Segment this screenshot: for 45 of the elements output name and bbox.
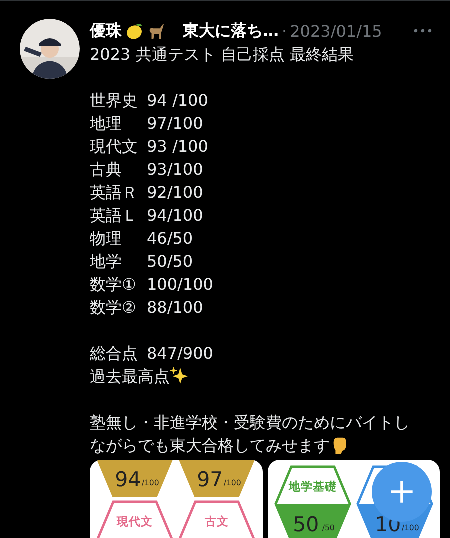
subject-score: 100/100 <box>147 275 214 294</box>
subject-score: 50/50 <box>147 252 194 271</box>
subject-score: 93/100 <box>147 160 204 179</box>
subject-score: 94/100 <box>147 206 204 225</box>
subject-name: 数学② <box>90 297 138 319</box>
badge-label: 古文 <box>205 514 230 528</box>
post-date[interactable]: 2023/01/15 <box>290 22 382 40</box>
badge-label: 地学基礎 <box>288 479 337 494</box>
badge-score: 94 <box>115 467 142 492</box>
subject-name: 地学 <box>90 251 123 273</box>
total-score: 847/900 <box>147 344 214 363</box>
score-image[interactable]: 94/100 97/100 現代文 古文 <box>90 460 262 538</box>
badge-max: /100 <box>402 523 420 532</box>
subject-score: 88/100 <box>147 298 204 317</box>
total-label: 総合点 <box>90 343 139 365</box>
subject-score: 46/50 <box>147 229 194 248</box>
badge-score: 97 <box>197 467 224 492</box>
subject-score: 94 /100 <box>147 91 208 110</box>
sparkle-icon <box>170 366 189 385</box>
subject-name: 現代文 <box>90 136 139 158</box>
lemon-icon <box>125 22 144 40</box>
badge-max: /100 <box>142 478 160 488</box>
badge-score: 50 <box>292 512 319 536</box>
subject-name: 英語Ｒ <box>90 182 139 204</box>
plus-icon <box>389 479 415 505</box>
subject-score: 93 /100 <box>147 137 208 156</box>
subject-name: 物理 <box>90 228 123 250</box>
separator-dot: · <box>282 22 288 40</box>
subject-name: 古典 <box>90 159 123 181</box>
badge-label: 現代文 <box>117 514 154 528</box>
author-handle[interactable]: 東大に落ち… <box>183 20 279 42</box>
subject-name: 地理 <box>90 113 123 135</box>
post-message-line: ながらでも東大合格してみせます <box>90 436 330 455</box>
post-message-line: 塾無し・非進学校・受験費のためにバイトし <box>90 413 410 432</box>
subject-name: 世界史 <box>90 90 139 112</box>
subject-name: 数学① <box>90 274 138 296</box>
subject-name: 英語Ｌ <box>90 205 139 227</box>
record-note: 過去最高点 <box>90 367 170 386</box>
badge-max: /50 <box>322 523 335 532</box>
author-name[interactable]: 優珠 <box>90 20 122 42</box>
badge-max: /100 <box>224 478 242 488</box>
post-title: 2023 共通テスト 自己採点 最終結果 <box>90 44 355 66</box>
more-icon[interactable] <box>414 29 432 33</box>
subject-score: 97/100 <box>147 114 204 133</box>
subject-score: 92/100 <box>147 183 204 202</box>
